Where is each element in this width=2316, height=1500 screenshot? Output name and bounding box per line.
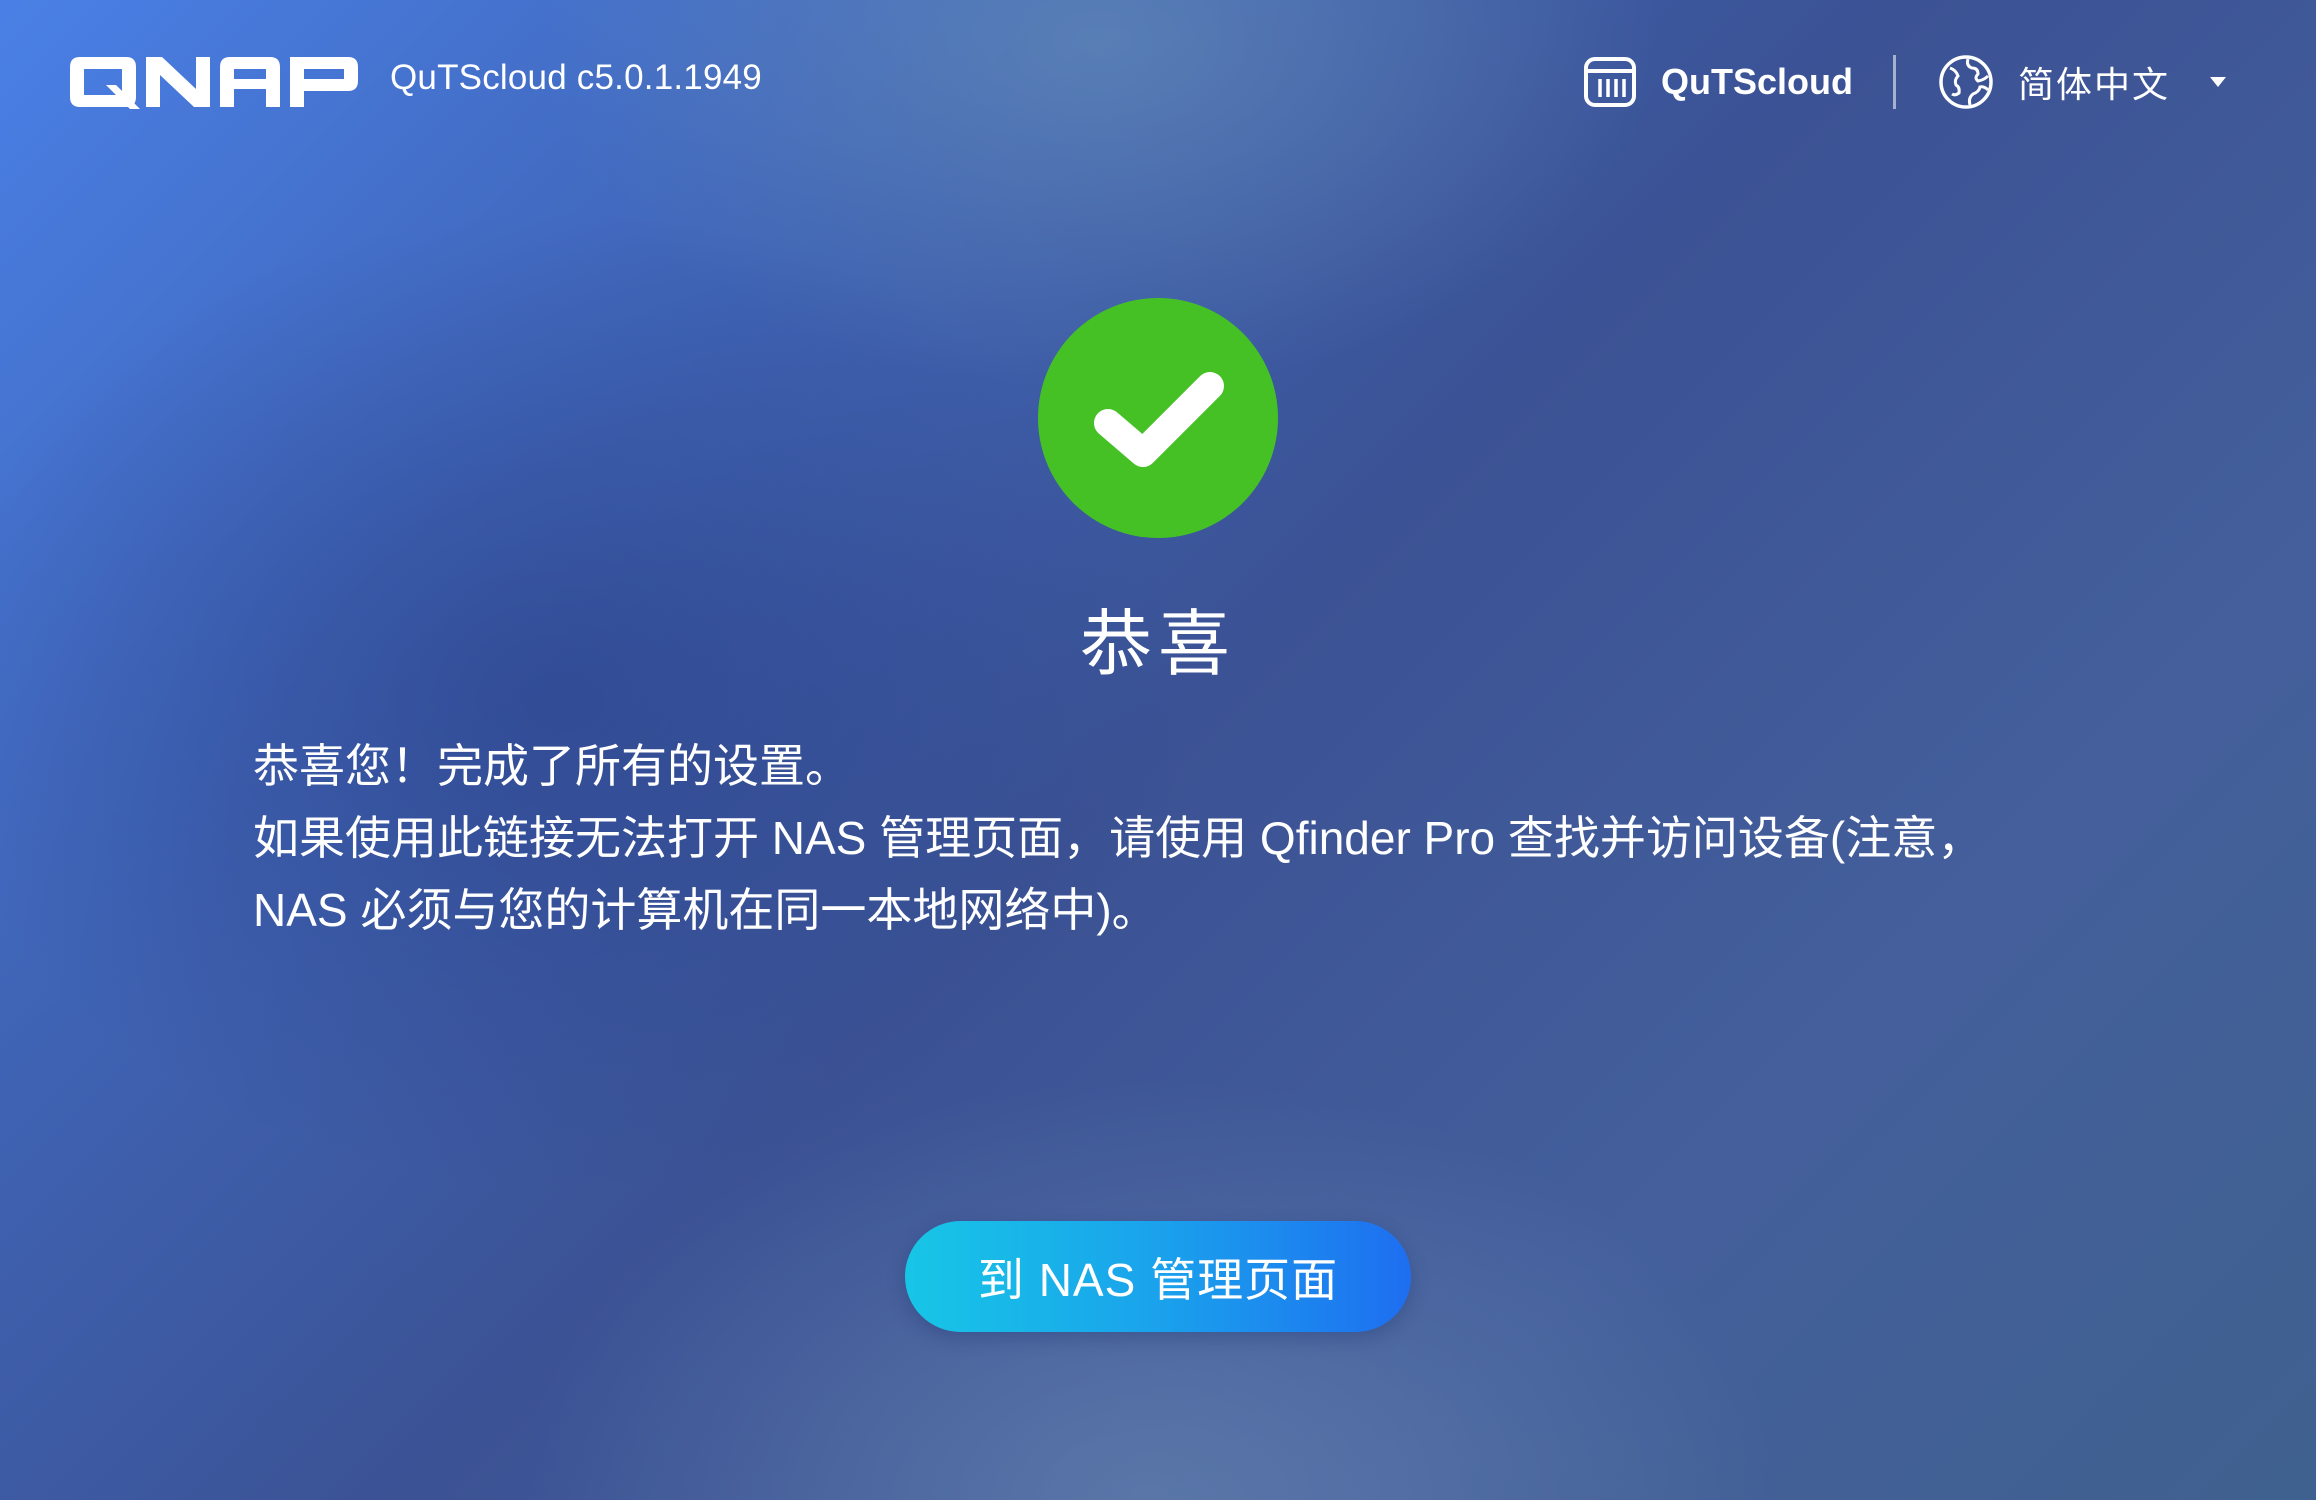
globe-icon — [1939, 55, 1993, 109]
app-name-label: QuTScloud — [1660, 61, 1853, 102]
checkmark-icon — [1094, 372, 1224, 467]
top-header: QuTScloud c5.0.1.1949 QuTScloud 简体中文 — [0, 0, 2316, 160]
language-selector[interactable]: 简体中文 — [1938, 54, 2226, 110]
caret-down-icon — [2210, 77, 2226, 87]
go-to-nas-management-button[interactable]: 到 NAS 管理页面 — [905, 1221, 1411, 1332]
header-divider — [1892, 55, 1896, 109]
message-line: 恭喜您！完成了所有的设置。 — [253, 740, 851, 792]
qutscloud-app-link[interactable]: QuTScloud — [1583, 55, 1853, 109]
language-label: 简体中文 — [2017, 64, 2170, 105]
success-status-icon — [1038, 298, 1278, 538]
qutscloud-app-icon — [1583, 57, 1636, 107]
qnap-logo — [70, 57, 358, 109]
page-title: 恭喜 — [1079, 605, 1236, 685]
version-label: QuTScloud c5.0.1.1949 — [390, 58, 762, 97]
message-line: NAS 必须与您的计算机在同一本地网络中)。 — [253, 884, 1158, 936]
completion-message: 恭喜您！完成了所有的设置。 如果使用此链接无法打开 NAS 管理页面，请使用 Q… — [253, 730, 2113, 946]
header-right-group: QuTScloud 简体中文 — [1583, 50, 2226, 114]
message-line: 如果使用此链接无法打开 NAS 管理页面，请使用 Qfinder Pro 查找并… — [253, 812, 1984, 864]
